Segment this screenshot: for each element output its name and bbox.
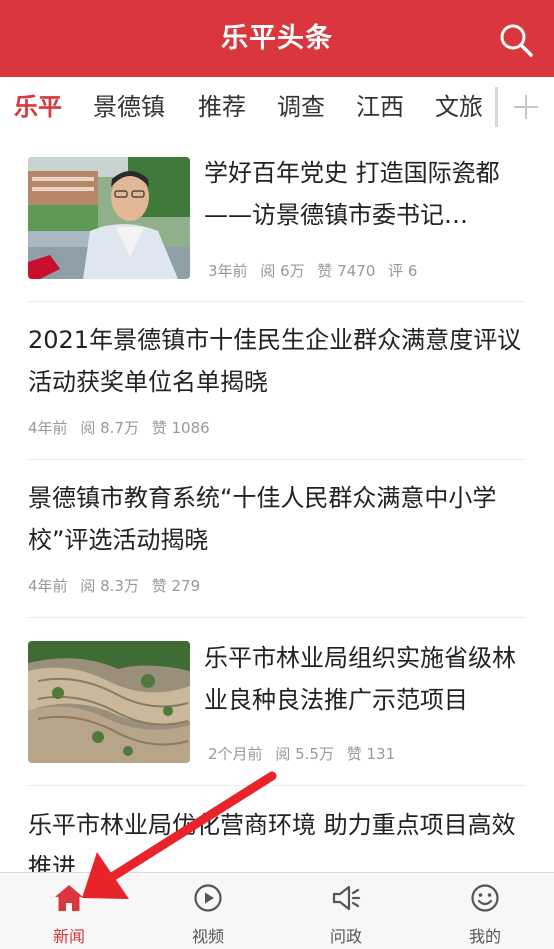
news-reads: 阅 8.3万 — [80, 577, 139, 595]
news-reads: 阅 8.7万 — [80, 419, 139, 437]
news-time: 3年前 — [208, 262, 248, 280]
news-comments: 评 6 — [388, 262, 418, 280]
nav-news-label: 新闻 — [52, 927, 85, 946]
tab-jingdezhen[interactable]: 景德镇 — [93, 77, 165, 137]
nav-inquiry-label: 问政 — [329, 927, 362, 946]
nav-news[interactable]: 新闻 — [0, 873, 138, 949]
news-thumbnail — [28, 157, 190, 279]
add-channel-button[interactable] — [495, 87, 554, 127]
tab-jiangxi[interactable]: 江西 — [356, 77, 404, 137]
news-time: 2个月前 — [208, 745, 263, 763]
news-likes: 赞 1086 — [151, 419, 210, 437]
search-icon[interactable] — [496, 20, 536, 60]
app-title: 乐平头条 — [221, 23, 333, 54]
news-likes: 赞 7470 — [317, 262, 376, 280]
news-title: 学好百年党史 打造国际瓷都——访景德镇市委书记… — [204, 159, 500, 229]
news-item[interactable]: 学好百年党史 打造国际瓷都——访景德镇市委书记… 3年前 阅 6万 赞 7470… — [28, 142, 526, 302]
app-header: 乐平头条 — [0, 0, 554, 77]
nav-video[interactable]: 视频 — [139, 873, 277, 949]
news-title: 景德镇市教育系统“十佳人民群众满意中小学校”评选活动揭晓 — [28, 484, 497, 554]
news-likes: 赞 131 — [346, 745, 396, 763]
tab-culture-travel[interactable]: 文旅 — [435, 77, 483, 137]
smiley-icon — [471, 884, 499, 912]
news-item[interactable]: 乐平市林业局优化营商环境 助力重点项目高效推进 — [28, 786, 526, 872]
nav-me-label: 我的 — [468, 927, 501, 946]
tab-survey[interactable]: 调查 — [277, 77, 325, 137]
news-item[interactable]: 乐平市林业局组织实施省级林业良种良法推广示范项目 2个月前 阅 5.5万 赞 1… — [28, 618, 526, 786]
news-reads: 阅 6万 — [260, 262, 305, 280]
news-meta: 3年前 阅 6万 赞 7470 评 6 — [208, 260, 425, 281]
tab-recommend[interactable]: 推荐 — [198, 77, 246, 137]
nav-inquiry[interactable]: 问政 — [277, 873, 415, 949]
news-reads: 阅 5.5万 — [275, 745, 334, 763]
tab-leping[interactable]: 乐平 — [14, 77, 62, 137]
home-icon — [55, 885, 83, 911]
nav-me[interactable]: 我的 — [416, 873, 554, 949]
news-meta: 2个月前 阅 5.5万 赞 131 — [208, 743, 403, 764]
megaphone-icon — [332, 885, 361, 911]
news-title: 2021年景德镇市十佳民生企业群众满意度评议活动获奖单位名单揭晓 — [28, 326, 522, 396]
news-thumbnail — [28, 641, 190, 763]
news-item[interactable]: 2021年景德镇市十佳民生企业群众满意度评议活动获奖单位名单揭晓 4年前 阅 8… — [28, 302, 526, 460]
news-likes: 赞 279 — [151, 577, 201, 595]
news-meta: 4年前 阅 8.3万 赞 279 — [28, 575, 208, 596]
play-icon — [194, 884, 222, 912]
bottom-nav: 新闻 视频 问政 我的 — [0, 872, 554, 949]
news-time: 4年前 — [28, 419, 68, 437]
channel-tabs: 乐平 景德镇 推荐 调查 江西 文旅 — [0, 77, 554, 137]
news-title: 乐平市林业局优化营商环境 助力重点项目高效推进 — [28, 811, 516, 872]
news-time: 4年前 — [28, 577, 68, 595]
news-item[interactable]: 景德镇市教育系统“十佳人民群众满意中小学校”评选活动揭晓 4年前 阅 8.3万 … — [28, 460, 526, 618]
nav-video-label: 视频 — [191, 927, 224, 946]
news-meta: 4年前 阅 8.7万 赞 1086 — [28, 417, 218, 438]
news-title: 乐平市林业局组织实施省级林业良种良法推广示范项目 — [204, 644, 516, 714]
